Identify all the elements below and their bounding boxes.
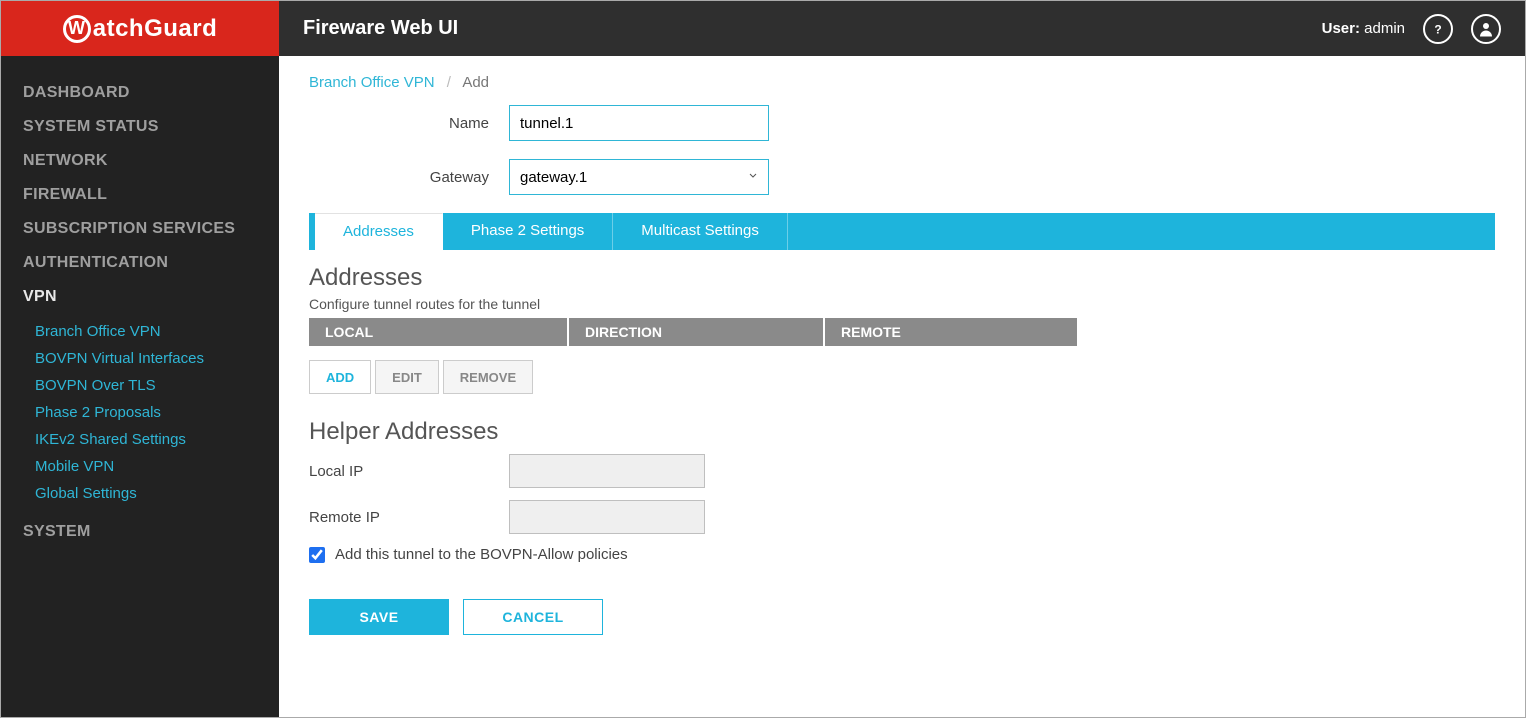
bovpn-allow-label: Add this tunnel to the BOVPN-Allow polic…	[335, 546, 628, 563]
user-icon[interactable]	[1471, 14, 1501, 44]
tab-addresses[interactable]: Addresses	[315, 213, 443, 250]
sidebar-item-vpn[interactable]: VPN	[1, 280, 279, 314]
local-ip-input[interactable]	[509, 454, 705, 488]
edit-button[interactable]: EDIT	[375, 360, 439, 394]
local-ip-label: Local IP	[309, 463, 509, 480]
routes-table: LOCAL DIRECTION REMOTE	[309, 318, 1079, 346]
sidebar: DASHBOARD SYSTEM STATUS NETWORK FIREWALL…	[1, 56, 279, 717]
sidebar-sub-bovpn-virtual-interfaces[interactable]: BOVPN Virtual Interfaces	[1, 345, 279, 372]
gateway-select[interactable]: gateway.1	[509, 159, 769, 195]
breadcrumb-parent[interactable]: Branch Office VPN	[309, 74, 435, 91]
save-button[interactable]: SAVE	[309, 599, 449, 635]
sidebar-sub-bovpn-over-tls[interactable]: BOVPN Over TLS	[1, 372, 279, 399]
sidebar-item-subscription-services[interactable]: SUBSCRIPTION SERVICES	[1, 212, 279, 246]
sidebar-sub-global-settings[interactable]: Global Settings	[1, 480, 279, 507]
sidebar-sub-branch-office-vpn[interactable]: Branch Office VPN	[1, 318, 279, 345]
tab-multicast-settings[interactable]: Multicast Settings	[613, 213, 788, 250]
col-local: LOCAL	[309, 318, 569, 346]
helper-heading: Helper Addresses	[309, 418, 1495, 446]
sidebar-item-firewall[interactable]: FIREWALL	[1, 178, 279, 212]
sidebar-item-authentication[interactable]: AUTHENTICATION	[1, 246, 279, 280]
svg-text:?: ?	[1434, 22, 1441, 36]
app-title: Fireware Web UI	[303, 17, 458, 40]
name-input[interactable]	[509, 105, 769, 141]
sidebar-sub-mobile-vpn[interactable]: Mobile VPN	[1, 453, 279, 480]
cancel-button[interactable]: CANCEL	[463, 599, 603, 635]
sidebar-sub-phase2-proposals[interactable]: Phase 2 Proposals	[1, 399, 279, 426]
breadcrumb: Branch Office VPN / Add	[309, 74, 1495, 91]
tab-phase2-settings[interactable]: Phase 2 Settings	[443, 213, 613, 250]
col-direction: DIRECTION	[569, 318, 825, 346]
logo-mark-icon: W	[63, 15, 91, 43]
top-bar: WatchGuard Fireware Web UI User: admin ?	[1, 1, 1525, 56]
remote-ip-input[interactable]	[509, 500, 705, 534]
main-content: Branch Office VPN / Add Name Gateway gat…	[279, 56, 1525, 717]
breadcrumb-current: Add	[462, 74, 489, 91]
sidebar-vpn-submenu: Branch Office VPN BOVPN Virtual Interfac…	[1, 314, 279, 515]
sidebar-item-system-status[interactable]: SYSTEM STATUS	[1, 110, 279, 144]
logo-text: atchGuard	[93, 15, 218, 43]
add-button[interactable]: ADD	[309, 360, 371, 394]
user-label: User: admin	[1322, 20, 1405, 37]
name-label: Name	[309, 115, 509, 132]
col-remote: REMOTE	[825, 318, 1079, 346]
addresses-heading: Addresses	[309, 264, 1495, 292]
remote-ip-label: Remote IP	[309, 509, 509, 526]
addresses-description: Configure tunnel routes for the tunnel	[309, 296, 1495, 312]
tab-strip: Addresses Phase 2 Settings Multicast Set…	[309, 213, 1495, 250]
sidebar-item-network[interactable]: NETWORK	[1, 144, 279, 178]
help-icon[interactable]: ?	[1423, 14, 1453, 44]
bovpn-allow-checkbox[interactable]	[309, 547, 325, 563]
sidebar-sub-ikev2-shared-settings[interactable]: IKEv2 Shared Settings	[1, 426, 279, 453]
gateway-label: Gateway	[309, 169, 509, 186]
sidebar-item-system[interactable]: SYSTEM	[1, 515, 279, 549]
remove-button[interactable]: REMOVE	[443, 360, 533, 394]
sidebar-item-dashboard[interactable]: DASHBOARD	[1, 76, 279, 110]
brand-logo: WatchGuard	[1, 1, 279, 56]
